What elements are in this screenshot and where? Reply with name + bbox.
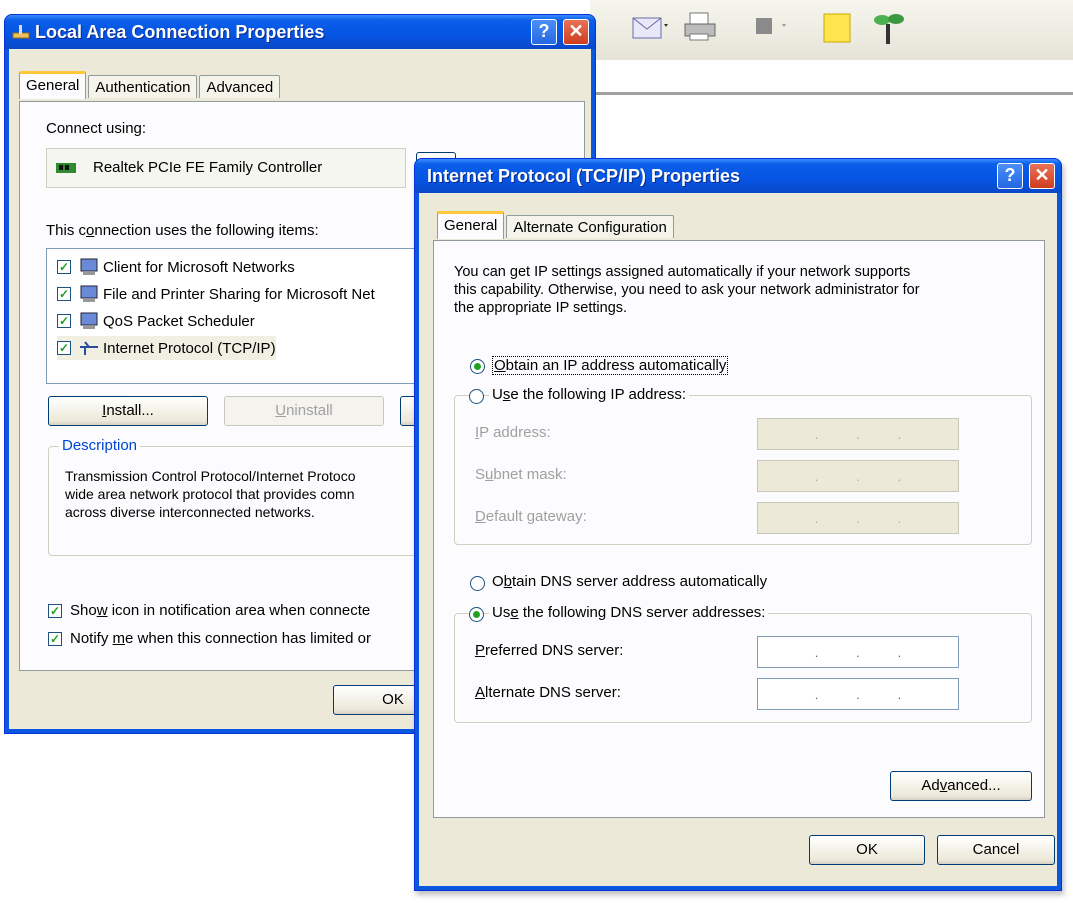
use-dns-label[interactable]: Use the following DNS server addresses: [489,604,769,621]
lac-help-button[interactable]: ? [531,19,557,45]
lac-tabs: General Authentication Advanced [19,70,282,99]
protocol-icon [80,341,98,355]
list-item[interactable]: ✓ File and Printer Sharing for Microsoft … [57,282,375,306]
description-line: wide area network protocol that provides… [65,486,355,502]
item-label: Internet Protocol (TCP/IP) [103,339,276,357]
item-label: File and Printer Sharing for Microsoft N… [103,285,375,303]
description-title: Description [59,437,141,454]
lac-tab-general[interactable]: General [19,71,87,99]
radio-dot [474,363,481,370]
alternate-dns-input[interactable]: ... [757,678,959,710]
edit-icon[interactable] [752,10,792,44]
preferred-dns-input[interactable]: ... [757,636,959,668]
intro-line: the appropriate IP settings. [454,300,628,316]
radio-dot [473,611,480,618]
show-icon-label: Show icon in notification area when conn… [70,602,371,619]
description-line: across diverse interconnected networks. [65,504,315,520]
tcpip-general-panel: You can get IP settings assigned automat… [433,240,1045,818]
plant-icon[interactable] [872,10,908,46]
intro-line: You can get IP settings assigned automat… [454,264,911,280]
computer-icon [80,258,98,275]
tcpip-tab-alternate[interactable]: Alternate Configuration [506,215,674,238]
list-item[interactable]: ✓ Internet Protocol (TCP/IP) [57,336,276,360]
ip-address-label: IP address: [475,424,551,441]
computer-icon [80,285,98,302]
tcpip-title: Internet Protocol (TCP/IP) Properties [427,166,741,186]
alternate-dns-label: Alternate DNS server: [475,684,621,701]
connect-using-label: Connect using: [46,120,147,137]
items-list[interactable]: ✓ Client for Microsoft Networks ✓ File and… [46,248,426,384]
lac-tab-authentication[interactable]: Authentication [88,75,198,98]
note-icon[interactable] [820,10,856,46]
tcpip-client: General Alternate Configuration You can … [419,193,1057,886]
network-connection-icon [12,25,30,39]
tcpip-cancel-button[interactable]: Cancel [937,835,1055,865]
item-checkbox[interactable]: ✓ [57,287,71,301]
tcpip-title-bar[interactable]: Internet Protocol (TCP/IP) Properties ? … [415,159,1061,193]
tcpip-help-button[interactable]: ? [997,163,1023,189]
tcpip-close-button[interactable]: ✕ [1029,163,1055,189]
tcpip-ok-button[interactable]: OK [809,835,925,865]
static-ip-group: Use the following IP address: IP address… [454,386,1032,545]
printer-icon[interactable] [682,10,718,44]
item-checkbox[interactable]: ✓ [57,260,71,274]
list-item[interactable]: ✓ Client for Microsoft Networks [57,255,295,279]
computer-icon [80,312,98,329]
tcpip-intro: You can get IP settings assigned automat… [454,263,920,317]
static-dns-group: Use the following DNS server addresses: … [454,604,1032,723]
lac-title-bar[interactable]: Local Area Connection Properties ? ✕ [5,15,595,49]
use-ip-radio[interactable] [469,389,484,404]
obtain-dns-label[interactable]: Obtain DNS server address automatically [492,573,767,590]
advanced-button[interactable]: Advanced... [890,771,1032,801]
adapter-name: Realtek PCIe FE Family Controller [93,159,323,176]
obtain-ip-label[interactable]: Obtain an IP address automatically [492,356,729,375]
obtain-dns-radio[interactable] [470,576,485,591]
adapter-box: Realtek PCIe FE Family Controller [46,148,406,188]
default-gateway-label: Default gateway: [475,508,587,525]
description-line: Transmission Control Protocol/Internet P… [65,468,356,484]
show-icon-checkbox[interactable]: ✓ [48,604,62,618]
mail-icon[interactable] [630,10,670,44]
toolbar-divider [590,92,1073,95]
notify-label: Notify me when this connection has limit… [70,630,371,647]
item-label: QoS Packet Scheduler [103,312,255,330]
tcpip-tabs: General Alternate Configuration [437,210,676,239]
lac-title: Local Area Connection Properties [35,22,325,42]
tcpip-tab-general[interactable]: General [437,211,505,239]
background-toolbar [590,0,1073,95]
intro-line: this capability. Otherwise, you need to … [454,282,920,298]
description-text: Transmission Control Protocol/Internet P… [65,467,356,521]
item-checkbox[interactable]: ✓ [57,314,71,328]
uninstall-button[interactable]: Uninstall [224,396,384,426]
lac-close-button[interactable]: ✕ [563,19,589,45]
network-card-icon [56,163,76,173]
list-item[interactable]: ✓ QoS Packet Scheduler [57,309,255,333]
tcpip-properties-window: Internet Protocol (TCP/IP) Properties ? … [414,158,1062,891]
install-button[interactable]: Install... [48,396,208,426]
notify-checkbox[interactable]: ✓ [48,632,62,646]
items-label: This connection uses the following items… [46,222,319,239]
description-group: Description Transmission Control Protoco… [48,437,438,556]
subnet-mask-label: Subnet mask: [475,466,567,483]
subnet-mask-input[interactable]: ... [757,460,959,492]
item-label: Client for Microsoft Networks [103,258,295,276]
default-gateway-input[interactable]: ... [757,502,959,534]
use-dns-radio[interactable] [469,607,484,622]
ip-address-input[interactable]: ... [757,418,959,450]
lac-tab-advanced[interactable]: Advanced [199,75,281,98]
preferred-dns-label: Preferred DNS server: [475,642,624,659]
use-ip-label[interactable]: Use the following IP address: [489,386,690,403]
item-checkbox[interactable]: ✓ [57,341,71,355]
obtain-ip-radio[interactable] [470,359,485,374]
